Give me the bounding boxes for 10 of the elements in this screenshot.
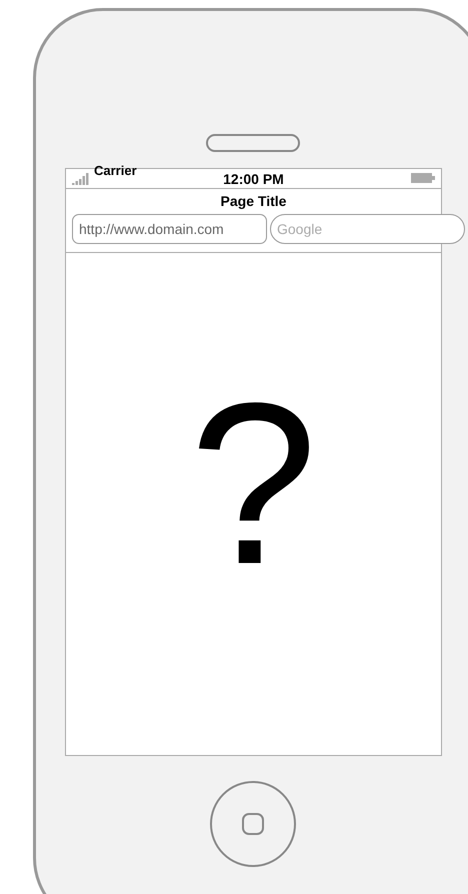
signal-icon xyxy=(72,173,90,185)
url-field[interactable]: http://www.domain.com xyxy=(72,214,267,244)
carrier-label: Carrier xyxy=(94,164,138,180)
search-field[interactable]: Google xyxy=(270,214,465,244)
question-mark: ? xyxy=(190,369,318,599)
time-label: 12:00 PM xyxy=(222,171,285,187)
battery-icon xyxy=(411,173,435,183)
rounded-square-icon xyxy=(242,813,264,835)
home-button[interactable] xyxy=(210,781,296,867)
page-title: Page Title xyxy=(220,193,288,209)
